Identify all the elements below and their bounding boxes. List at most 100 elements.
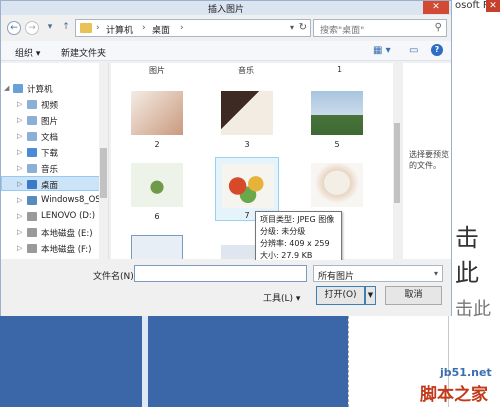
tree-item-label: 计算机 bbox=[27, 85, 53, 95]
breadcrumb-separator: › bbox=[180, 23, 184, 33]
address-dropdown-icon[interactable]: ▾ bbox=[290, 23, 294, 32]
file-thumbnail[interactable]: 5 bbox=[305, 85, 369, 149]
file-type-filter-value: 所有图片 bbox=[318, 272, 355, 282]
collapse-arrow-icon[interactable]: ◢ bbox=[4, 84, 9, 92]
file-thumbnail[interactable]: 3 bbox=[215, 85, 279, 149]
tree-item-desktop[interactable]: ▷ 桌面 bbox=[1, 176, 101, 191]
drive-icon bbox=[27, 212, 37, 221]
woman-photo-image bbox=[221, 91, 273, 135]
tree-item-drive-f[interactable]: ▷ 本地磁盘 (F:) bbox=[1, 241, 101, 256]
chevron-down-icon: ▾ bbox=[433, 269, 438, 278]
tree-item-label: 视频 bbox=[41, 101, 59, 111]
help-icon[interactable]: ? bbox=[431, 44, 443, 56]
forward-icon[interactable]: → bbox=[25, 21, 39, 35]
file-list-scrollbar[interactable] bbox=[393, 63, 401, 259]
expand-arrow-icon[interactable]: ▷ bbox=[17, 212, 22, 220]
tree-item-drive-e[interactable]: ▷ 本地磁盘 (E:) bbox=[1, 225, 101, 240]
expand-arrow-icon[interactable]: ▷ bbox=[17, 100, 22, 108]
folder-label: 音乐 bbox=[238, 66, 254, 75]
command-toolbar: 组织 ▾ 新建文件夹 ▦ ▾ ▭ ? bbox=[1, 41, 451, 61]
breadcrumb-computer[interactable]: 计算机 bbox=[106, 23, 133, 36]
tree-item-computer[interactable]: ◢ 计算机 bbox=[1, 81, 101, 96]
tree-item-label: 音乐 bbox=[41, 165, 59, 175]
expand-arrow-icon[interactable]: ▷ bbox=[17, 132, 22, 140]
watermark-text: 脚本之家 bbox=[420, 385, 488, 405]
filename-label: 文件名(N): bbox=[93, 272, 137, 282]
preview-pane: 选择要预览的文件。 bbox=[403, 63, 451, 259]
runner-photo-image bbox=[311, 91, 363, 135]
background-close-icon[interactable]: ✕ bbox=[486, 0, 500, 12]
search-box[interactable]: 搜索"桌面" ⚲ bbox=[313, 19, 447, 37]
tools-menu-button[interactable]: 工具(L) ▾ bbox=[263, 291, 300, 304]
tree-item-videos[interactable]: ▷ 视频 bbox=[1, 97, 101, 112]
file-thumbnail[interactable]: 2 bbox=[125, 85, 189, 149]
background-slide-subtitle: 击此 bbox=[455, 299, 491, 320]
filename-field[interactable] bbox=[134, 265, 307, 282]
expand-arrow-icon[interactable]: ▷ bbox=[17, 244, 22, 252]
videos-icon bbox=[27, 100, 37, 109]
drive-icon bbox=[27, 228, 37, 237]
tree-item-pictures[interactable]: ▷ 图片 bbox=[1, 113, 101, 128]
facial-mask-photo-image bbox=[311, 163, 363, 207]
breadcrumb-desktop[interactable]: 桌面 bbox=[152, 23, 170, 36]
refresh-icon[interactable]: ↻ bbox=[299, 22, 307, 33]
tree-item-label: 文档 bbox=[41, 133, 59, 143]
drive-icon bbox=[27, 196, 37, 205]
music-icon bbox=[27, 164, 37, 173]
tree-item-label: 本地磁盘 (E:) bbox=[41, 229, 93, 239]
close-icon[interactable]: ✕ bbox=[423, 1, 449, 14]
file-list-scrollbar-thumb[interactable] bbox=[394, 123, 400, 203]
dialog-title: 插入图片 bbox=[207, 5, 244, 15]
computer-icon bbox=[13, 84, 23, 93]
breadcrumb-separator: › bbox=[142, 23, 146, 33]
cancel-button[interactable]: 取消 bbox=[385, 286, 442, 305]
dialog-titlebar: 插入图片 ✕ bbox=[1, 1, 451, 15]
tree-item-label: 图片 bbox=[41, 117, 59, 127]
fitness-photo-image bbox=[131, 163, 183, 207]
drive-icon bbox=[27, 244, 37, 253]
screenshot-image bbox=[131, 235, 183, 259]
open-dropdown-button[interactable]: ▼ bbox=[365, 286, 376, 305]
tree-item-documents[interactable]: ▷ 文档 bbox=[1, 129, 101, 144]
expand-arrow-icon[interactable]: ▷ bbox=[17, 116, 22, 124]
fruit-bowl-image bbox=[222, 164, 274, 208]
tooltip-dimensions: 分辨率: 409 x 259 bbox=[260, 239, 330, 248]
expand-arrow-icon[interactable]: ▷ bbox=[17, 180, 22, 188]
tree-scrollbar-thumb[interactable] bbox=[100, 148, 107, 198]
breadcrumb-separator: › bbox=[96, 23, 100, 33]
file-caption: 6 bbox=[154, 212, 160, 221]
tree-scrollbar[interactable] bbox=[99, 63, 108, 259]
folder-label: 1 bbox=[337, 65, 343, 74]
background-slide-title: 击此 bbox=[455, 224, 479, 287]
expand-arrow-icon[interactable]: ▷ bbox=[17, 228, 22, 236]
tooltip-type: 项目类型: JPEG 图像 bbox=[260, 215, 335, 224]
face-photo-image bbox=[131, 91, 183, 135]
dialog-footer: 文件名(N): 所有图片 ▾ 工具(L) ▾ 打开(O) ▼ 取消 bbox=[1, 260, 451, 316]
downloads-icon bbox=[27, 148, 37, 157]
background-app-panel bbox=[448, 0, 500, 407]
tree-item-drive-d[interactable]: ▷ LENOVO (D:) bbox=[1, 209, 101, 224]
tree-item-label: LENOVO (D:) bbox=[41, 211, 96, 221]
address-bar[interactable]: › 计算机 › 桌面 › ▾ ↻ bbox=[75, 19, 311, 37]
expand-arrow-icon[interactable]: ▷ bbox=[17, 164, 22, 172]
folder-label: 图片 bbox=[149, 66, 165, 75]
file-type-filter[interactable]: 所有图片 ▾ bbox=[313, 265, 443, 282]
open-button[interactable]: 打开(O) bbox=[316, 286, 365, 305]
tree-item-downloads[interactable]: ▷ 下载 bbox=[1, 145, 101, 160]
back-icon[interactable]: ← bbox=[7, 21, 21, 35]
tree-item-drive-c[interactable]: ▷ Windows8_OS ( bbox=[1, 193, 107, 208]
up-folder-icon[interactable]: ↑ bbox=[59, 21, 73, 35]
organize-button[interactable]: 组织 ▾ bbox=[15, 46, 40, 59]
new-folder-button[interactable]: 新建文件夹 bbox=[61, 46, 106, 59]
search-input[interactable]: 搜索"桌面" bbox=[320, 23, 364, 36]
expand-arrow-icon[interactable]: ▷ bbox=[17, 196, 22, 204]
tree-item-label: 本地磁盘 (F:) bbox=[41, 245, 92, 255]
expand-arrow-icon[interactable]: ▷ bbox=[17, 148, 22, 156]
recent-locations-icon[interactable]: ▾ bbox=[43, 21, 57, 35]
preview-pane-icon[interactable]: ▭ bbox=[409, 45, 418, 56]
file-thumbnail-partial[interactable] bbox=[125, 229, 189, 259]
file-thumbnail[interactable]: 6 bbox=[125, 157, 189, 221]
view-options-icon[interactable]: ▦ ▾ bbox=[373, 45, 391, 56]
tree-item-music[interactable]: ▷ 音乐 bbox=[1, 161, 101, 176]
file-caption: 3 bbox=[244, 140, 250, 149]
